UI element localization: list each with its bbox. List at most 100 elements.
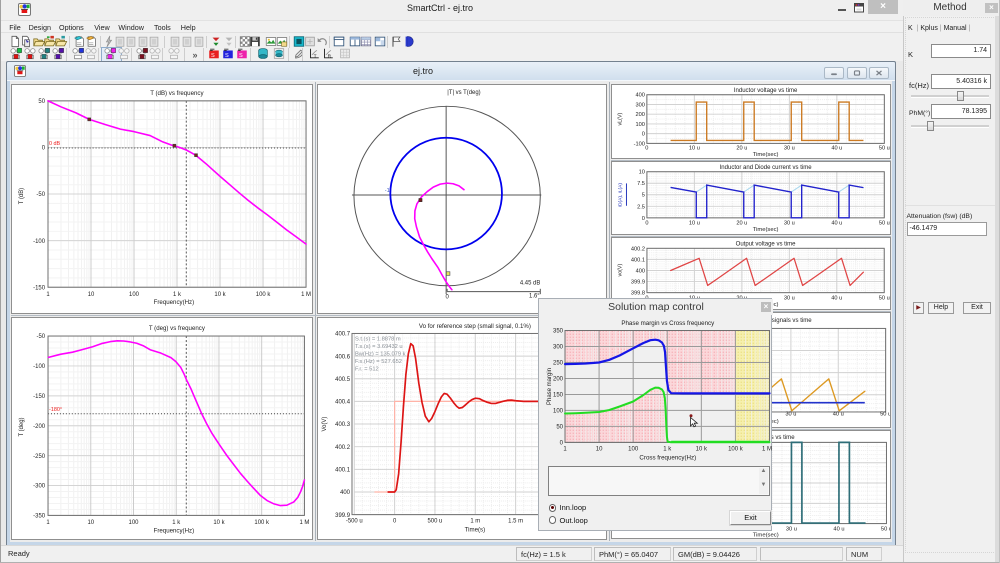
svg-text:1 k: 1 k — [172, 520, 180, 526]
svg-text:300: 300 — [636, 102, 645, 108]
svg-text:5: 5 — [642, 193, 645, 199]
svg-text:10: 10 — [639, 170, 645, 176]
svg-text:0: 0 — [445, 295, 449, 301]
svg-text:S.t.(s) = 1.8878 m: S.t.(s) = 1.8878 m — [355, 336, 401, 342]
svg-text:Phase margin: Phase margin — [547, 368, 553, 405]
svg-text:30 u: 30 u — [784, 220, 795, 226]
svg-text:-50: -50 — [36, 192, 45, 198]
svg-text:400.1: 400.1 — [335, 468, 351, 474]
svg-text:T (dB): T (dB) — [19, 188, 25, 204]
svg-text:Vo(V): Vo(V) — [322, 417, 328, 432]
svg-text:400.3: 400.3 — [335, 422, 351, 428]
svg-text:400: 400 — [636, 268, 645, 274]
svg-text:iD(A), iL(A): iD(A), iL(A) — [618, 183, 624, 207]
svg-text:350: 350 — [553, 329, 564, 335]
svg-text:vo(V): vo(V) — [618, 264, 624, 277]
svg-text:7.5: 7.5 — [637, 181, 645, 187]
svg-text:200: 200 — [553, 377, 564, 383]
svg-text:Inductor voltage vs time: Inductor voltage vs time — [734, 88, 798, 94]
svg-text:1: 1 — [563, 447, 567, 453]
svg-text:S: S — [224, 53, 228, 59]
svg-text:0: 0 — [42, 146, 46, 152]
svg-text:200: 200 — [636, 112, 645, 118]
svg-text:40 u: 40 u — [833, 527, 844, 533]
svg-text:T (dB) vs frequency: T (dB) vs frequency — [150, 90, 204, 97]
svg-text:0: 0 — [393, 519, 397, 525]
svg-text:1: 1 — [46, 520, 50, 526]
svg-text:500 u: 500 u — [428, 519, 443, 525]
svg-text:-50: -50 — [36, 334, 45, 340]
svg-text:-350: -350 — [33, 514, 46, 520]
svg-text:30 u: 30 u — [784, 295, 795, 301]
svg-text:-500 u: -500 u — [346, 519, 363, 525]
svg-text:-100: -100 — [33, 364, 46, 370]
svg-text:0: 0 — [645, 146, 648, 152]
svg-text:300: 300 — [553, 345, 564, 351]
svg-text:399.9: 399.9 — [631, 280, 645, 286]
svg-text:Phase margin vs Cross frequenc: Phase margin vs Cross frequency — [621, 320, 715, 327]
svg-text:400: 400 — [636, 93, 645, 99]
svg-text:F.r. = 512: F.r. = 512 — [355, 366, 379, 372]
svg-text:400: 400 — [340, 490, 351, 496]
svg-text:30 u: 30 u — [786, 527, 797, 533]
svg-text:40 u: 40 u — [833, 412, 844, 418]
svg-text:1.5 m: 1.5 m — [508, 519, 523, 525]
svg-text:399.8: 399.8 — [631, 291, 645, 297]
svg-text:30 u: 30 u — [784, 146, 795, 152]
svg-text:Bw(Hz) = 135.079 k: Bw(Hz) = 135.079 k — [355, 351, 406, 357]
svg-text:400.1: 400.1 — [631, 257, 645, 263]
svg-text:40 u: 40 u — [831, 220, 842, 226]
svg-text:10 k: 10 k — [696, 447, 708, 453]
svg-text:10 k: 10 k — [213, 520, 224, 526]
svg-text:100: 100 — [553, 409, 564, 415]
svg-text:400.2: 400.2 — [335, 445, 350, 451]
svg-text:-150: -150 — [33, 394, 46, 400]
svg-text:100 k: 100 k — [728, 447, 744, 453]
svg-text:50: 50 — [38, 99, 45, 105]
svg-text:100: 100 — [636, 122, 645, 128]
svg-text:Cross frequency(Hz): Cross frequency(Hz) — [639, 455, 696, 462]
svg-text:10: 10 — [88, 292, 95, 298]
svg-text:R: R — [327, 53, 331, 59]
svg-text:10 u: 10 u — [689, 146, 700, 152]
svg-text:Output voltage vs time: Output voltage vs time — [736, 241, 797, 247]
svg-text:vL(V): vL(V) — [618, 112, 624, 125]
svg-text:0 dB: 0 dB — [49, 141, 61, 147]
svg-text:50 u: 50 u — [879, 220, 890, 226]
svg-text:10 k: 10 k — [214, 292, 225, 298]
svg-text:-150: -150 — [33, 285, 46, 291]
svg-text:0: 0 — [645, 220, 648, 226]
svg-text:T.s.(s) = 3.69432 u: T.s.(s) = 3.69432 u — [355, 344, 403, 350]
svg-text:1 M: 1 M — [762, 447, 772, 453]
svg-text:S: S — [238, 53, 242, 59]
svg-text:1 M: 1 M — [299, 520, 309, 526]
svg-text:400.4: 400.4 — [335, 400, 351, 406]
svg-text:2.5: 2.5 — [637, 204, 645, 210]
svg-text:10 u: 10 u — [689, 220, 700, 226]
svg-text:100: 100 — [129, 520, 140, 526]
svg-text:100: 100 — [628, 447, 639, 453]
svg-text:T (deg) vs frequency: T (deg) vs frequency — [149, 325, 206, 332]
svg-text:250: 250 — [553, 361, 564, 367]
svg-text:400.2: 400.2 — [631, 246, 645, 252]
svg-text:Time(sec): Time(sec) — [753, 227, 779, 233]
svg-text:T: T — [314, 53, 317, 59]
svg-text:Time(sec): Time(sec) — [753, 533, 779, 539]
svg-text:1 k: 1 k — [173, 292, 181, 298]
svg-text:Vo for reference step (small s: Vo for reference step (small signal, 0.1… — [419, 323, 531, 330]
svg-text:-300: -300 — [33, 484, 46, 490]
svg-text:100 k: 100 k — [256, 292, 271, 298]
svg-text:100: 100 — [129, 292, 140, 298]
svg-text:400.7: 400.7 — [335, 332, 350, 338]
svg-text:Inductor and Diode current vs: Inductor and Diode current vs time — [720, 165, 813, 171]
svg-text:20 u: 20 u — [736, 220, 747, 226]
svg-text:Time(sec): Time(sec) — [753, 152, 779, 158]
svg-text:50 u: 50 u — [879, 295, 890, 301]
svg-text:Time(s): Time(s) — [465, 527, 486, 534]
svg-text:1: 1 — [46, 292, 50, 298]
svg-text:T (deg): T (deg) — [19, 417, 25, 436]
svg-text:1 m: 1 m — [470, 519, 480, 525]
svg-text:-180°: -180° — [49, 407, 62, 413]
svg-text:10: 10 — [87, 520, 94, 526]
svg-text:1 M: 1 M — [301, 292, 311, 298]
